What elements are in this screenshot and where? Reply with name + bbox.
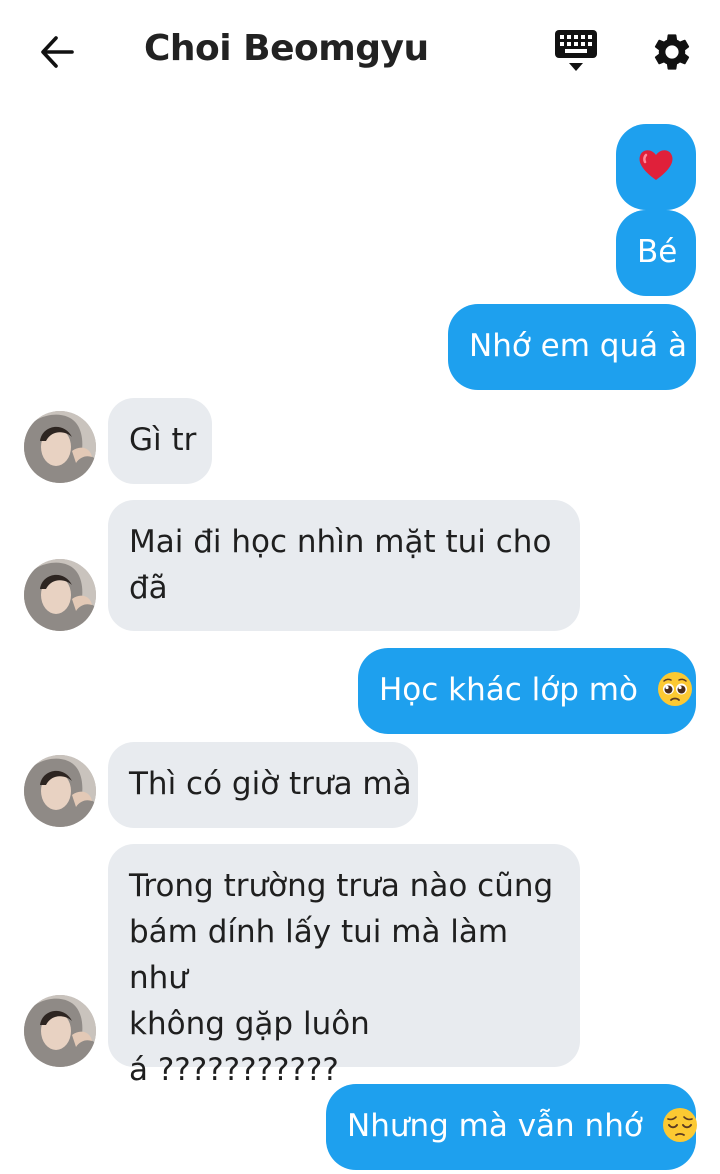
- incoming-message-bubble[interactable]: Trong trường trưa nào cũng bám dính lấy …: [108, 844, 580, 1088]
- contact-avatar[interactable]: [24, 755, 96, 827]
- keyboard-button[interactable]: [552, 26, 600, 78]
- contact-avatar[interactable]: [24, 559, 96, 631]
- outgoing-message-bubble[interactable]: Học khác lớp mò: [358, 648, 696, 734]
- message-text: Nhưng mà vẫn nhớ: [347, 1108, 643, 1144]
- settings-button[interactable]: [648, 26, 696, 78]
- message-text-line: Trong trường trưa nào cũng: [129, 868, 554, 904]
- incoming-message-bubble[interactable]: Gì tr: [108, 398, 212, 484]
- avatar-photo: [24, 995, 96, 1067]
- outgoing-message-bubble[interactable]: Bé: [616, 210, 696, 296]
- pleading-face-emoji: [657, 671, 692, 706]
- message-text: Thì có giờ trưa mà: [129, 766, 412, 802]
- outgoing-message-bubble[interactable]: Nhớ em quá à: [448, 304, 696, 390]
- message-text: Nhớ em quá à: [469, 328, 687, 364]
- message-text-line: đã: [129, 570, 168, 606]
- conversation-title: Choi Beomgyu: [144, 28, 429, 69]
- message-text-line: không gặp luôn: [129, 1006, 370, 1042]
- avatar-photo: [24, 559, 96, 631]
- avatar-photo: [24, 755, 96, 827]
- avatar-photo: [24, 411, 96, 483]
- arrow-left-icon: [41, 36, 74, 68]
- message-text: Bé: [637, 234, 678, 270]
- keyboard-icon: [555, 30, 597, 71]
- contact-avatar[interactable]: [24, 411, 96, 483]
- contact-avatar[interactable]: [24, 995, 96, 1067]
- message-text-line: bám dính lấy tui mà làm như: [129, 914, 509, 996]
- chat-header: Choi Beomgyu: [0, 0, 720, 104]
- message-text: Học khác lớp mò: [379, 672, 638, 708]
- outgoing-message-bubble[interactable]: ❤️: [616, 124, 696, 210]
- message-text: Gì tr: [129, 422, 197, 458]
- outgoing-message-bubble[interactable]: Nhưng mà vẫn nhớ: [326, 1084, 697, 1170]
- pensive-face-emoji: [662, 1107, 697, 1142]
- back-button[interactable]: [30, 30, 82, 74]
- incoming-message-bubble[interactable]: Mai đi học nhìn mặt tui cho đã: [108, 500, 580, 631]
- message-text-line: Mai đi học nhìn mặt tui cho: [129, 524, 552, 560]
- gear-icon: [654, 34, 690, 70]
- heart-emoji: [639, 150, 673, 180]
- incoming-message-bubble[interactable]: Thì có giờ trưa mà: [108, 742, 418, 828]
